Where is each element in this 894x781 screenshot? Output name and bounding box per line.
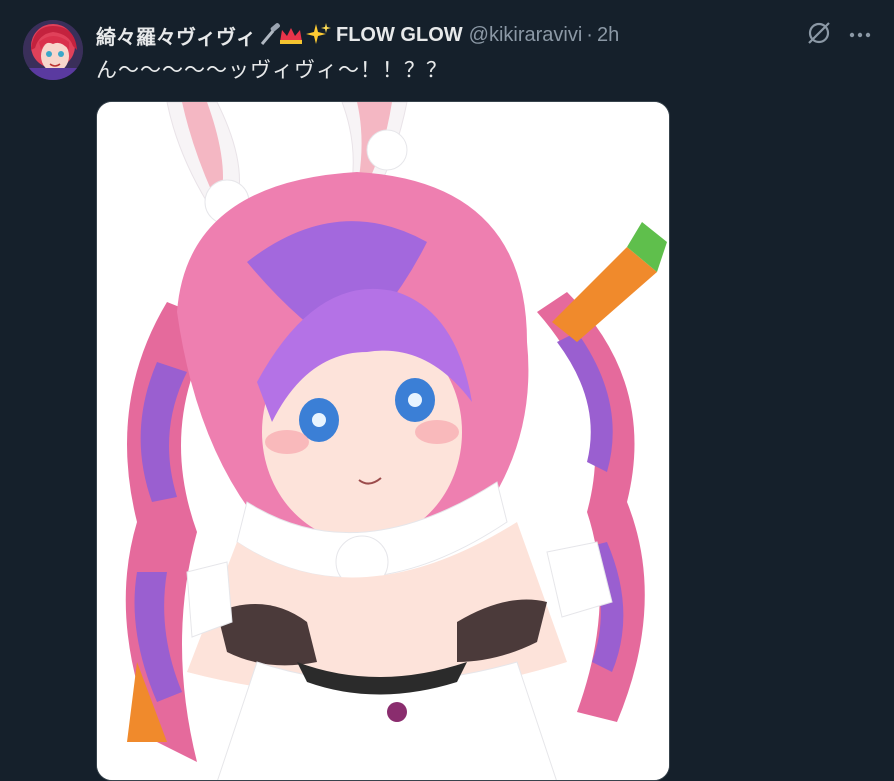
tweet: 綺々羅々ヴィヴィ FLOW GLOW @kikiraravivi · 2h ん〜… — [0, 0, 894, 781]
grok-icon — [806, 20, 832, 51]
grok-button[interactable] — [804, 20, 834, 50]
avatar[interactable] — [23, 20, 83, 80]
more-icon — [848, 26, 872, 44]
sparkles-icon — [306, 22, 332, 48]
display-name[interactable]: 綺々羅々ヴィヴィ — [96, 21, 256, 50]
separator: · — [586, 23, 593, 46]
tweet-header: 綺々羅々ヴィヴィ FLOW GLOW @kikiraravivi · 2h — [96, 20, 619, 50]
timestamp[interactable]: 2h — [597, 24, 619, 47]
tweet-image[interactable] — [96, 101, 670, 781]
crown-icon — [278, 22, 304, 48]
user-handle[interactable]: @kikiraravivi — [469, 24, 583, 47]
more-button[interactable] — [846, 22, 874, 48]
tweet-text: ん〜〜〜〜〜ッヴィヴィ〜！！？？ — [96, 58, 448, 82]
display-name-suffix[interactable]: FLOW GLOW — [336, 24, 463, 47]
